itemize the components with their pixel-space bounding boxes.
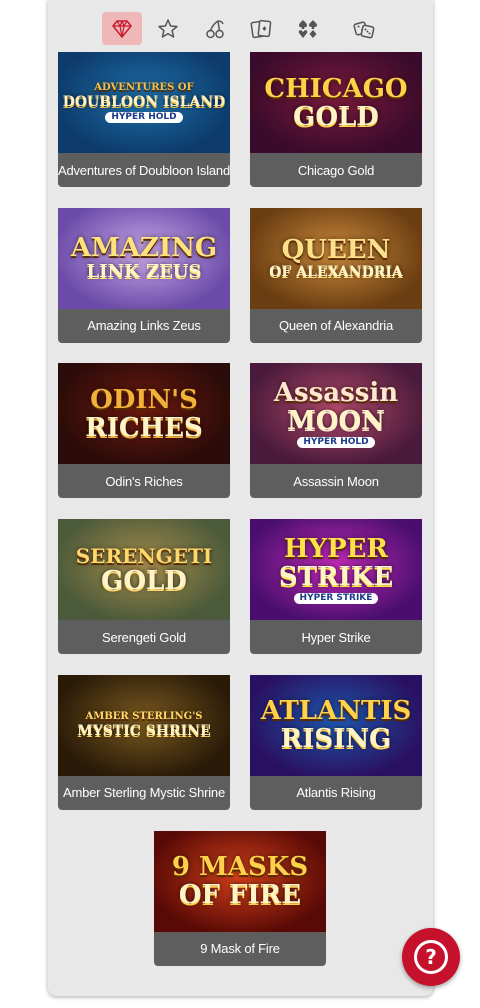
game-title: Queen of Alexandria	[250, 308, 422, 343]
game-thumbnail[interactable]: ADVENTURES OF DOUBLOON ISLAND HYPER HOLD	[58, 52, 230, 153]
playing-cards-icon	[250, 19, 272, 38]
game-thumbnail[interactable]: 9 MASKS OF FIRE	[154, 830, 326, 932]
game-card[interactable]: CHICAGO GOLD Chicago Gold	[250, 52, 422, 187]
game-logo-line: OF FIRE	[178, 880, 302, 910]
game-logo: QUEEN OF ALEXANDRIA	[250, 208, 422, 309]
game-thumbnail[interactable]: QUEEN OF ALEXANDRIA	[250, 207, 422, 309]
game-logo-line: STRIKE	[278, 561, 394, 592]
game-card[interactable]: SERENGETI GOLD Serengeti Gold	[58, 519, 230, 655]
tab-dice[interactable]	[344, 12, 384, 45]
tab-diamond[interactable]	[102, 12, 142, 45]
game-title: Odin's Riches	[58, 464, 230, 499]
dice-icon	[353, 20, 375, 38]
game-logo-badge: HYPER HOLD	[105, 111, 183, 123]
game-thumbnail[interactable]: SERENGETI GOLD	[58, 519, 230, 621]
game-thumbnail[interactable]: HYPER STRIKE HYPER STRIKE	[250, 519, 422, 621]
game-card[interactable]: Assassin MOON HYPER HOLD Assassin Moon	[250, 363, 422, 499]
tab-favorites[interactable]	[148, 12, 188, 45]
game-logo: Assassin MOON HYPER HOLD	[250, 363, 422, 464]
game-panel: ADVENTURES OF DOUBLOON ISLAND HYPER HOLD Ad…	[48, 0, 433, 996]
star-icon	[158, 18, 178, 38]
game-logo-line: ADVENTURES OF	[94, 81, 194, 93]
game-logo-line: RISING	[280, 724, 392, 755]
game-card[interactable]: ATLANTIS RISING Atlantis Rising	[250, 674, 422, 810]
cherries-icon	[206, 19, 224, 38]
game-thumbnail[interactable]: Assassin MOON HYPER HOLD	[250, 363, 422, 465]
game-title: Serengeti Gold	[58, 620, 230, 655]
game-logo: SERENGETI GOLD	[58, 519, 230, 620]
game-logo-badge: HYPER STRIKE	[293, 592, 379, 604]
game-logo-line: MYSTIC SHRINE	[77, 723, 211, 740]
game-logo-line: AMBER STERLING'S	[85, 711, 203, 723]
game-logo: CHICAGO GOLD	[250, 52, 422, 153]
game-logo-line: RICHES	[85, 412, 203, 443]
game-thumbnail[interactable]: AMAZING LINK ZEUS	[58, 207, 230, 309]
game-logo-line: ATLANTIS	[260, 696, 412, 727]
game-logo: ATLANTIS RISING	[250, 675, 422, 776]
game-logo-line: 9 MASKS	[171, 852, 309, 882]
game-logo-line: GOLD	[101, 565, 187, 596]
game-logo-line: GOLD	[293, 101, 379, 132]
game-logo: AMAZING LINK ZEUS	[58, 208, 230, 309]
question-icon: ?	[414, 940, 448, 974]
game-card[interactable]: HYPER STRIKE HYPER STRIKE Hyper Strike	[250, 519, 422, 655]
tab-slots[interactable]	[195, 12, 235, 45]
game-title: Amber Sterling Mystic Shrine	[58, 775, 230, 810]
tab-cards[interactable]	[241, 12, 281, 45]
game-logo-line: CHICAGO	[264, 73, 408, 104]
game-card[interactable]: 9 MASKS OF FIRE 9 Mask of Fire	[154, 830, 326, 966]
game-logo: ADVENTURES OF DOUBLOON ISLAND HYPER HOLD	[58, 52, 230, 153]
game-card[interactable]: AMAZING LINK ZEUS Amazing Links Zeus	[58, 207, 230, 343]
tab-table-games[interactable]	[288, 12, 328, 45]
game-title: Adventures of Doubloon Island	[58, 153, 230, 187]
game-title: Amazing Links Zeus	[58, 308, 230, 343]
game-title: Assassin Moon	[250, 464, 422, 499]
game-title: Atlantis Rising	[250, 775, 422, 810]
game-title: Hyper Strike	[250, 620, 422, 655]
game-logo: ODIN'S RICHES	[58, 363, 230, 464]
diamond-icon	[112, 19, 132, 38]
game-logo-line: HYPER	[283, 533, 389, 564]
game-logo-line: DOUBLOON ISLAND	[62, 93, 226, 110]
game-title: Chicago Gold	[250, 153, 422, 187]
game-title: 9 Mask of Fire	[154, 931, 326, 966]
game-logo-line: OF ALEXANDRIA	[269, 264, 403, 281]
game-logo-line: Assassin	[273, 377, 399, 408]
game-logo-line: LINK ZEUS	[86, 261, 202, 283]
game-card[interactable]: ODIN'S RICHES Odin's Riches	[58, 363, 230, 499]
game-card[interactable]: AMBER STERLING'S MYSTIC SHRINE Amber Sterl…	[58, 674, 230, 810]
game-thumbnail[interactable]: CHICAGO GOLD	[250, 52, 422, 153]
game-logo-line: QUEEN	[281, 235, 391, 266]
help-button[interactable]: ?	[402, 928, 460, 986]
game-logo-line: AMAZING	[70, 233, 218, 264]
game-thumbnail[interactable]: AMBER STERLING'S MYSTIC SHRINE	[58, 674, 230, 776]
game-logo-badge: HYPER HOLD	[297, 436, 375, 448]
game-logo-line: ODIN'S	[90, 384, 198, 415]
game-logo: AMBER STERLING'S MYSTIC SHRINE	[58, 675, 230, 776]
game-thumbnail[interactable]: ATLANTIS RISING	[250, 674, 422, 776]
card-suits-icon	[298, 19, 317, 38]
category-tabs	[48, 0, 433, 52]
game-card[interactable]: QUEEN OF ALEXANDRIA Queen of Alexandria	[250, 207, 422, 343]
game-card[interactable]: ADVENTURES OF DOUBLOON ISLAND HYPER HOLD Ad…	[58, 52, 230, 187]
game-logo-line: MOON	[287, 405, 385, 436]
game-logo-line: SERENGETI	[75, 543, 213, 568]
game-logo: HYPER STRIKE HYPER STRIKE	[250, 519, 422, 620]
game-thumbnail[interactable]: ODIN'S RICHES	[58, 363, 230, 465]
game-logo: 9 MASKS OF FIRE	[154, 831, 326, 932]
